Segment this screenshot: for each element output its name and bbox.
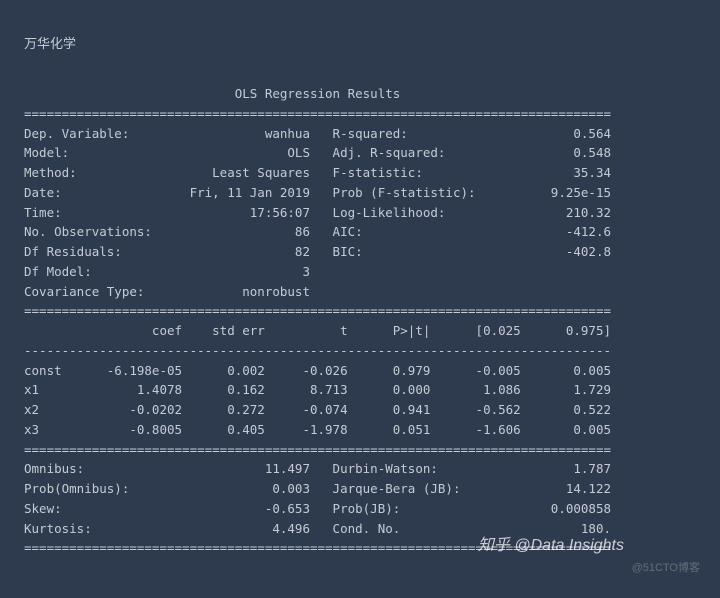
report-body: OLS Regression Results =================… [24, 84, 696, 558]
company-name: 万华化学 [24, 34, 696, 55]
